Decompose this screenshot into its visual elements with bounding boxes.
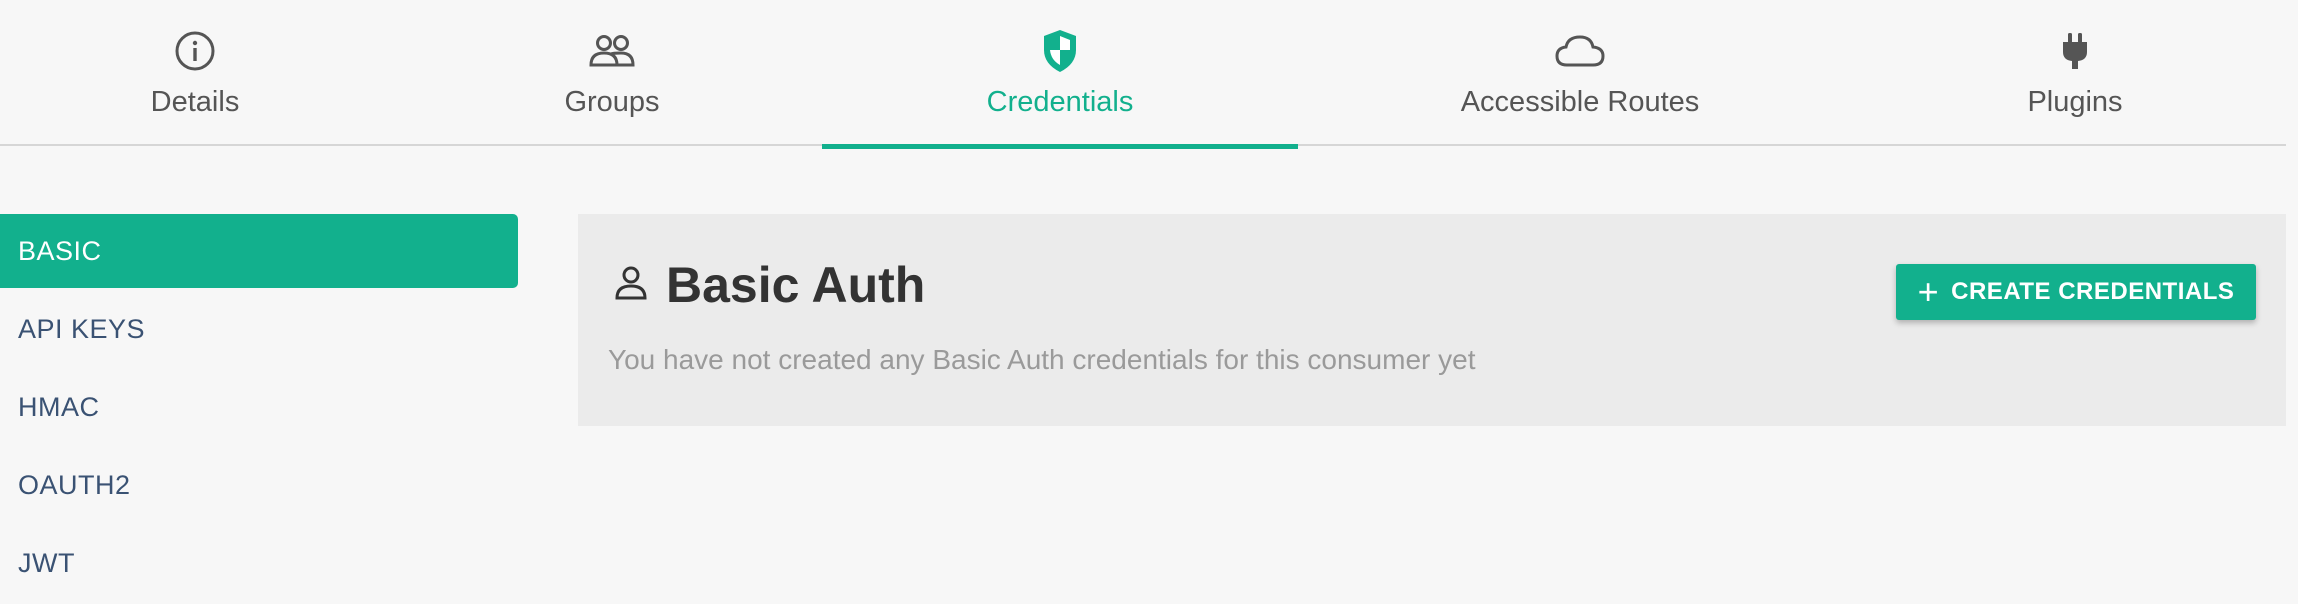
plug-icon [2060,28,2090,74]
panel-title: Basic Auth [666,257,926,313]
consumer-tabs: Details Groups Credentials Accessible Ro… [0,0,2286,149]
info-icon [174,28,216,74]
sidebar-item-jwt[interactable]: JWT [0,526,518,600]
tab-groups[interactable]: Groups [512,0,712,146]
tab-groups-label: Groups [564,86,660,118]
sidebar-item-api-keys[interactable]: API KEYS [0,292,518,366]
sidebar-item-basic[interactable]: BASIC [0,214,518,288]
tab-accessible-routes[interactable]: Accessible Routes [1440,0,1720,146]
credential-type-sidebar: BASIC API KEYS HMAC OAUTH2 JWT [0,214,518,604]
plus-icon: + [1917,271,1940,312]
tab-plugins-label: Plugins [2027,86,2123,118]
shield-icon [1041,28,1079,74]
sidebar-item-oauth2[interactable]: OAUTH2 [0,448,518,522]
tab-details-label: Details [150,86,240,118]
create-credentials-label: CREATE CREDENTIALS [1951,278,2235,305]
tab-credentials-label: Credentials [986,86,1134,118]
basic-auth-panel: Basic Auth + CREATE CREDENTIALS You have… [578,214,2286,426]
tab-plugins[interactable]: Plugins [2015,0,2135,146]
tab-credentials[interactable]: Credentials [822,0,1298,149]
tab-accessible-routes-label: Accessible Routes [1460,86,1700,118]
sidebar-item-hmac[interactable]: HMAC [0,370,518,444]
panel-header: Basic Auth [614,256,925,314]
user-icon [614,265,648,306]
empty-state-message: You have not created any Basic Auth cred… [608,344,1476,375]
groups-icon [588,28,636,74]
tab-details[interactable]: Details [100,0,290,146]
cloud-icon [1554,28,1606,74]
create-credentials-button[interactable]: + CREATE CREDENTIALS [1896,264,2256,320]
